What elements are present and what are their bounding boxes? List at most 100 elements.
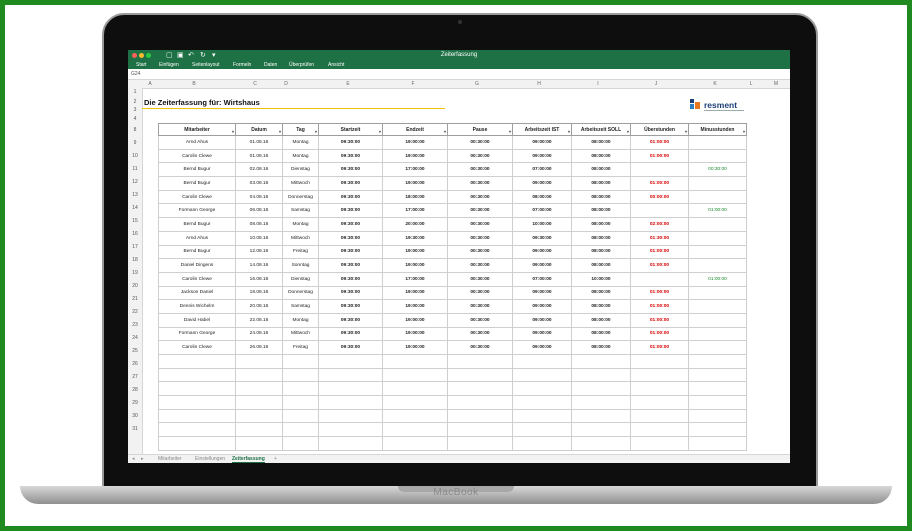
column-pause[interactable]: Pause ▾ <box>447 123 513 136</box>
table-cell[interactable] <box>447 395 513 410</box>
table-cell[interactable]: Jackson Daniel <box>158 285 236 301</box>
column-endzeit[interactable]: Endzeit ▾ <box>382 123 448 136</box>
table-cell[interactable]: 09:30:00 <box>318 203 383 219</box>
table-cell[interactable]: 01:00:00 <box>630 244 689 260</box>
table-cell[interactable]: 09:30:00 <box>318 176 383 191</box>
table-cell[interactable] <box>318 381 383 397</box>
table-cell[interactable]: 08:00:00 <box>571 326 631 342</box>
table-cell[interactable]: Dienstag <box>282 162 319 178</box>
table-cell[interactable]: Daniel Dingens <box>158 258 236 273</box>
table-cell[interactable]: 09:00:00 <box>512 340 572 355</box>
row-header[interactable]: 11 <box>128 166 142 172</box>
row-header[interactable]: 29 <box>128 400 142 406</box>
row-header[interactable]: 2 <box>128 99 142 105</box>
row-header[interactable]: 15 <box>128 218 142 224</box>
table-cell[interactable]: Donnerstag <box>282 285 319 301</box>
table-cell[interactable]: Carolin Clewe <box>158 148 236 164</box>
column-header-i[interactable]: I <box>597 81 598 87</box>
table-cell[interactable] <box>630 381 689 397</box>
table-cell[interactable]: 00:30:00 <box>447 326 513 342</box>
table-cell[interactable]: 06.08.16 <box>235 203 283 219</box>
row-header[interactable]: 17 <box>128 244 142 250</box>
table-cell[interactable]: 08:00:00 <box>571 244 631 260</box>
table-cell[interactable]: 09:30:00 <box>318 244 383 260</box>
formula-bar[interactable]: G24 <box>128 69 790 80</box>
table-cell[interactable] <box>688 312 747 328</box>
row-header[interactable]: 23 <box>128 322 142 328</box>
table-cell[interactable]: 09:30:00 <box>318 258 383 273</box>
table-cell[interactable] <box>447 354 513 369</box>
table-cell[interactable] <box>688 189 747 205</box>
table-cell[interactable] <box>235 354 283 369</box>
table-cell[interactable]: Dennis Wichelm <box>158 299 236 314</box>
table-cell[interactable] <box>382 436 448 451</box>
table-cell[interactable]: 17:00:00 <box>382 271 448 287</box>
table-cell[interactable]: 08:00:00 <box>571 258 631 273</box>
table-cell[interactable]: 00:30:00 <box>688 162 747 178</box>
table-cell[interactable] <box>382 381 448 397</box>
table-cell[interactable]: 00:30:00 <box>447 230 513 246</box>
table-cell[interactable]: 08:00:00 <box>571 203 631 219</box>
table-cell[interactable]: 08:00:00 <box>571 340 631 355</box>
table-cell[interactable] <box>688 408 747 424</box>
table-cell[interactable]: 09:30:00 <box>318 340 383 355</box>
table-cell[interactable] <box>382 395 448 410</box>
table-cell[interactable]: Sonntag <box>282 258 319 273</box>
table-cell[interactable] <box>158 436 236 451</box>
table-cell[interactable]: 09:30:00 <box>318 162 383 178</box>
table-cell[interactable]: 19:00:00 <box>382 312 448 328</box>
table-cell[interactable] <box>447 408 513 424</box>
column-header-h[interactable]: H <box>537 81 541 87</box>
column-arbeitszeit-ist[interactable]: Arbeitszeit IST ▾ <box>512 123 572 136</box>
table-cell[interactable]: 08:00:00 <box>571 285 631 301</box>
table-cell[interactable]: 20.08.16 <box>235 299 283 314</box>
table-cell[interactable] <box>447 381 513 397</box>
row-header[interactable]: 10 <box>128 153 142 159</box>
table-cell[interactable]: 19:30:00 <box>382 230 448 246</box>
table-cell[interactable]: 07:00:00 <box>512 162 572 178</box>
table-cell[interactable]: 08:00:00 <box>571 176 631 191</box>
column-datum[interactable]: Datum ▾ <box>235 123 283 136</box>
table-cell[interactable] <box>512 367 572 383</box>
row-header[interactable]: 25 <box>128 348 142 354</box>
table-cell[interactable]: 02:00:00 <box>630 217 689 232</box>
table-cell[interactable] <box>688 244 747 260</box>
table-cell[interactable] <box>318 422 383 438</box>
next-sheet-icon[interactable]: ▸ <box>141 456 144 462</box>
table-cell[interactable] <box>282 422 319 438</box>
filter-dropdown-icon[interactable]: ▾ <box>509 129 511 134</box>
table-cell[interactable]: 01.08.16 <box>235 148 283 164</box>
filter-dropdown-icon[interactable]: ▾ <box>279 129 281 134</box>
table-cell[interactable]: 08:00:00 <box>571 135 631 150</box>
table-cell[interactable]: 18:00:00 <box>382 189 448 205</box>
column-header-j[interactable]: J <box>655 81 658 87</box>
table-cell[interactable] <box>235 367 283 383</box>
table-cell[interactable]: 10:00:00 <box>512 217 572 232</box>
table-cell[interactable]: Freitag <box>282 244 319 260</box>
table-cell[interactable]: Donnerstag <box>282 189 319 205</box>
row-header[interactable]: 20 <box>128 283 142 289</box>
table-cell[interactable] <box>158 381 236 397</box>
table-cell[interactable] <box>688 395 747 410</box>
table-cell[interactable] <box>512 422 572 438</box>
table-cell[interactable]: 00:30:00 <box>447 217 513 232</box>
row-header[interactable]: 19 <box>128 270 142 276</box>
table-cell[interactable]: 17:00:00 <box>382 162 448 178</box>
table-cell[interactable] <box>688 326 747 342</box>
table-cell[interactable] <box>282 381 319 397</box>
table-cell[interactable]: 08:00:00 <box>571 148 631 164</box>
row-header[interactable]: 12 <box>128 179 142 185</box>
column-minusstunden[interactable]: Minusstunden ▾ <box>688 123 747 136</box>
table-cell[interactable]: 09:30:00 <box>318 148 383 164</box>
table-cell[interactable]: 19:00:00 <box>382 299 448 314</box>
table-cell[interactable]: Carolin Clewe <box>158 189 236 205</box>
table-cell[interactable]: Bernd Bugur <box>158 244 236 260</box>
table-cell[interactable] <box>630 162 689 178</box>
table-cell[interactable]: David Habel <box>158 312 236 328</box>
table-cell[interactable] <box>318 436 383 451</box>
table-cell[interactable] <box>571 381 631 397</box>
row-header[interactable]: 8 <box>128 127 142 133</box>
table-cell[interactable] <box>158 422 236 438</box>
table-cell[interactable] <box>158 367 236 383</box>
table-cell[interactable]: 00:30:00 <box>447 340 513 355</box>
